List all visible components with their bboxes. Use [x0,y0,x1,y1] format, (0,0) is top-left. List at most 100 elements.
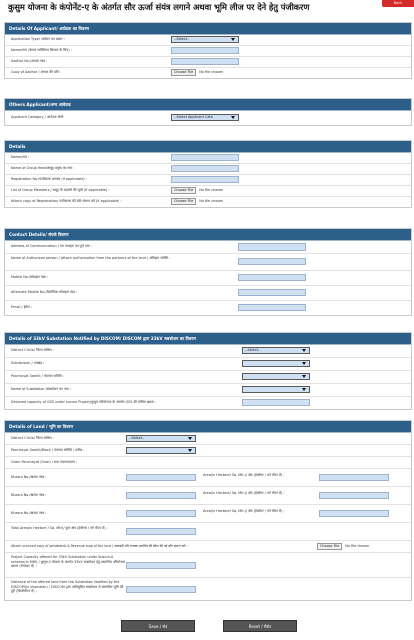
panchayat-samiti-row: Panchayat Samiti / पंचायत समिति : [5,371,411,384]
aadhar-label: Aadhar No./आधार नंबर : [11,59,48,63]
land-panchayat-select[interactable] [126,447,196,454]
panchayat-samiti-select[interactable] [242,373,310,380]
aadhar-copy-row: Copy of Aadhar / आधार की प्रति : Choose … [5,68,411,78]
khasra-input-2[interactable] [126,492,196,499]
email-label: Email / ईमेल : [11,305,32,309]
contact-heading: Contact Details/ संपर्क विवरण [5,229,411,241]
no-file-text: No file chosen [345,544,370,548]
land-section: Details of Land / भूमि का विवरण District… [4,420,412,601]
declared-capacity-input[interactable] [242,399,310,406]
substation-section: Details of 33kV Substation Notified by D… [4,332,412,410]
khasra-label: Khasra No./खसरा नंबर : [11,511,47,515]
area-input-1[interactable] [319,474,389,481]
save-button[interactable]: Save / सेव [121,620,195,632]
land-district-row: District Circle/ जिला सर्किल : --Select-… [5,433,411,445]
reset-button[interactable]: Reset / रीसेट [223,620,297,632]
land-district-label: District Circle/ जिला सर्किल : [11,436,54,440]
back-button[interactable]: Back [382,0,414,7]
address-textarea[interactable] [238,243,306,251]
details-heading: Details [5,141,411,153]
details-name-label: Name/नाम : [11,155,30,159]
authorized-person-row: Name of Authorized person / Attach autho… [5,254,411,271]
application-type-row: Application Type/ आवेदन का प्रकार : --Se… [5,35,411,46]
aadhar-input[interactable] [171,58,239,65]
name-input[interactable] [171,47,239,54]
page-header: कुसुम योजना के कंपोनेंट-ए के अंतर्गत सौर… [0,0,414,20]
no-file-text: No file chosen [199,199,224,203]
details-section: Details Name/नाम : Name of Group Head/सम… [4,140,412,208]
chevron-down-icon [231,38,235,42]
choose-file-button[interactable]: Choose File [171,69,197,76]
gram-panchayat-label: Gram Panchayat /Gram / ग्राम पंचायत/ग्रा… [11,460,77,464]
khasra-input-3[interactable] [126,510,196,517]
total-area-input[interactable] [126,528,196,535]
mobile-row: Mobile No./मोबाइल नंबर : [5,271,411,286]
group-members-file-upload[interactable]: Choose File No file chosen [171,187,223,194]
khasra-row-2: Khasra No./खसरा नंबर : Area(in Hectare/ … [5,487,411,505]
details-name-row: Name/नाम : [5,153,411,164]
aadhar-file-upload[interactable]: Choose File No file chosen [171,69,223,76]
alt-mobile-input[interactable] [238,289,306,296]
page-title: कुसुम योजना के कंपोनेंट-ए के अंतर्गत सौर… [8,2,310,12]
distance-label: Distance of the offered land from the Su… [11,580,124,594]
declared-capacity-label: Declared capacity of GSS under kusum Pro… [11,400,157,404]
project-capacity-input[interactable] [126,562,196,569]
distance-input[interactable] [126,586,196,593]
subdivision-select[interactable] [242,360,310,367]
authorized-person-input[interactable] [238,258,306,265]
gram-panchayat-row: Gram Panchayat /Gram / ग्राम पंचायत/ग्रा… [5,457,411,469]
khasra-label: Khasra No./खसरा नंबर : [11,493,47,497]
chevron-down-icon [188,437,192,441]
chevron-down-icon [302,349,306,353]
total-area-row: Total Area(in Hectare / Sq. Mtr)/ कुल क्… [5,523,411,541]
registration-input[interactable] [171,176,239,183]
address-label: Address of Communication / पत्र व्यवहार … [11,244,92,248]
registration-copy-label: Attach copy of Registration/ पंजीकरण की … [11,199,122,203]
group-head-input[interactable] [171,165,239,172]
khasra-label: Khasra No./खसरा नंबर : [11,475,47,479]
group-head-row: Name of Group Head/समूह प्रमुख का नाम : [5,164,411,175]
khasra-row-3: Khasra No./खसरा नंबर : Area(in Hectare/ … [5,505,411,523]
khasra-input-1[interactable] [126,474,196,481]
registration-file-upload[interactable]: Choose File No file chosen [171,198,223,205]
aadhar-row: Aadhar No./आधार नंबर : [5,57,411,68]
subdivision-row: Subdivision / उपखंड : [5,358,411,371]
registration-copy-row: Attach copy of Registration/ पंजीकरण की … [5,197,411,207]
subdivision-label: Subdivision / उपखंड : [11,361,45,365]
aadhar-copy-label: Copy of Aadhar / आधार की प्रति : [11,70,61,74]
choose-file-button[interactable]: Choose File [171,187,197,194]
substation-name-select[interactable] [242,386,310,393]
substation-name-row: Name of Substation /सबस्टेशन का नाम : [5,384,411,397]
mobile-label: Mobile No./मोबाइल नंबर : [11,275,49,279]
project-capacity-label: Project Capacity offered for 33kV Substa… [11,555,126,569]
land-panchayat-label: Panchayat Samiti/Block / पंचायत समिति / … [11,448,85,452]
name-row: Name/नाम (केवल व्यक्तिगत किसान के लिए) : [5,46,411,57]
land-district-select[interactable]: --Select-- [126,435,196,442]
project-capacity-row: Project Capacity offered for 33kV Substa… [5,553,411,578]
address-row: Address of Communication / पत्र व्यवहार … [5,241,411,254]
alt-mobile-label: Alternate Mobile No./वैकल्पिक मोबाइल नंब… [11,290,78,294]
details-name-input[interactable] [171,154,239,161]
application-type-label: Application Type/ आवेदन का प्रकार : [11,37,65,41]
substation-heading: Details of 33kV Substation Notified by D… [5,333,411,345]
declared-capacity-row: Declared capacity of GSS under kusum Pro… [5,397,411,409]
jamabandi-file-upload[interactable]: Choose File No file chosen [317,543,369,550]
jamabandi-row: Attach scanned copy of Jamabandi & Reven… [5,541,411,553]
choose-file-button[interactable]: Choose File [171,198,197,205]
authorized-person-label: Name of Authorized person / Attach autho… [11,256,171,260]
substation-district-select[interactable]: --Select-- [242,347,310,354]
land-panchayat-row: Panchayat Samiti/Block / पंचायत समिति / … [5,445,411,457]
name-label: Name/नाम (केवल व्यक्तिगत किसान के लिए) : [11,48,72,52]
email-input[interactable] [238,304,306,311]
jamabandi-label: Attach scanned copy of Jamabandi & Reven… [11,544,188,548]
choose-file-button[interactable]: Choose File [317,543,343,550]
area-input-3[interactable] [319,510,389,517]
application-type-select[interactable]: --Select-- [171,36,239,43]
alt-mobile-row: Alternate Mobile No./वैकल्पिक मोबाइल नंब… [5,286,411,301]
registration-label: Registration No./पंजीकरण क्रमांक (If app… [11,177,87,181]
area-input-2[interactable] [319,492,389,499]
applicant-category-select[interactable]: --Select Applicant Cate [171,114,239,121]
chevron-down-icon [231,116,235,120]
other-applicant-section: Others Applicant/अन्य आवेदक Applicant Ca… [4,98,412,126]
mobile-input[interactable] [238,274,306,281]
